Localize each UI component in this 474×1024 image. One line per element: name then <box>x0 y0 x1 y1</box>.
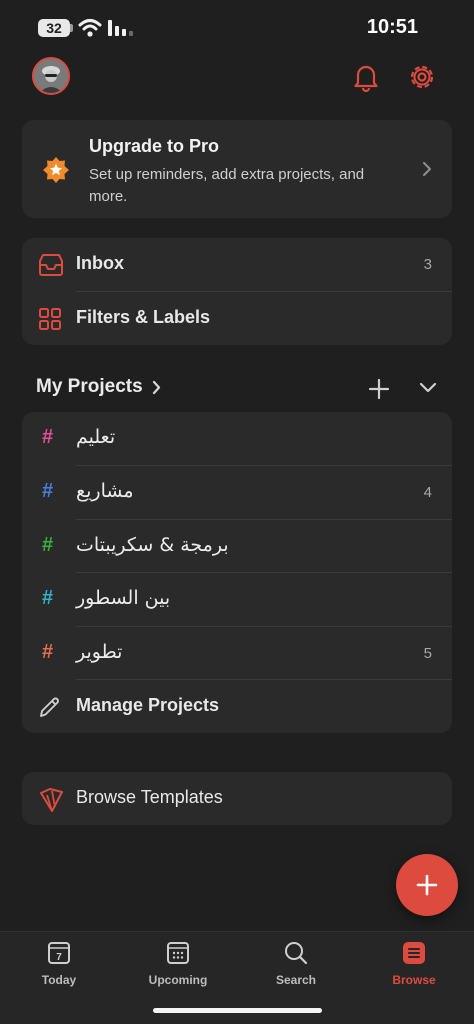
avatar[interactable] <box>32 57 70 95</box>
filters-labels-label: Filters & Labels <box>76 307 211 327</box>
battery-tip <box>70 24 73 32</box>
project-item[interactable]: # تعليم <box>22 412 452 465</box>
templates-icon <box>40 788 63 812</box>
upgrade-card[interactable]: Upgrade to Pro Set up reminders, add ext… <box>22 120 452 218</box>
tab-label: Search <box>275 973 317 987</box>
search-icon <box>285 942 308 965</box>
project-hash-icon: # <box>42 641 54 663</box>
upgrade-title: Upgrade to Pro <box>89 136 220 156</box>
project-item[interactable]: # مشاريع 4 <box>22 466 452 519</box>
project-hash-icon: # <box>42 426 54 448</box>
project-hash-icon: # <box>42 534 54 556</box>
filters-labels-item[interactable]: Filters & Labels <box>22 292 452 345</box>
pencil-icon <box>40 697 59 717</box>
manage-projects-label: Manage Projects <box>76 695 220 715</box>
chevron-right-icon[interactable] <box>152 380 161 395</box>
status-bar: 32 10:51 <box>0 0 474 56</box>
project-hash-icon: # <box>42 587 54 609</box>
bell-icon[interactable] <box>352 62 380 92</box>
project-item[interactable]: # بين السطور <box>22 573 452 626</box>
project-hash-icon: # <box>42 480 54 502</box>
browse-templates-item[interactable]: Browse Templates <box>22 772 452 825</box>
project-name: بين السطور <box>76 587 171 609</box>
project-count: 4 <box>423 484 432 501</box>
project-name: تعليم <box>76 426 116 448</box>
tab-search[interactable]: Search <box>251 940 341 1000</box>
tab-label: Today <box>41 973 77 987</box>
browse-icon <box>403 942 425 964</box>
avatar-image <box>34 59 68 93</box>
project-name: برمجة & سكريبتات <box>76 534 229 556</box>
add-project-icon[interactable] <box>368 378 390 400</box>
wifi-icon <box>78 19 102 37</box>
signal-icon <box>108 20 133 36</box>
tab-label: Browse <box>392 973 436 987</box>
upgrade-description: Set up reminders, add extra projects, an… <box>89 166 365 205</box>
clock: 10:51 <box>366 16 418 38</box>
inbox-icon <box>39 254 63 276</box>
calendar-day-icon: 7 <box>48 942 70 964</box>
pro-badge-icon <box>43 157 69 183</box>
chevron-right-icon <box>422 161 432 177</box>
calendar-day-number: 7 <box>56 952 62 963</box>
nav-card: Inbox 3 Filters & Labels <box>22 238 452 345</box>
project-item[interactable]: # برمجة & سكريبتات <box>22 520 452 573</box>
calendar-icon <box>167 942 189 964</box>
plus-icon <box>416 874 438 896</box>
inbox-count: 3 <box>423 256 432 273</box>
grid-icon <box>39 308 61 330</box>
tab-label: Upcoming <box>148 973 208 987</box>
gear-icon[interactable] <box>407 62 437 92</box>
chevron-down-icon[interactable] <box>419 382 437 394</box>
battery-indicator: 32 <box>38 19 70 37</box>
home-indicator <box>153 1008 322 1013</box>
project-item[interactable]: # تطوير 5 <box>22 627 452 680</box>
tab-upcoming[interactable]: Upcoming <box>133 940 223 1000</box>
inbox-label: Inbox <box>76 253 124 273</box>
tab-browse[interactable]: Browse <box>369 940 459 1000</box>
add-task-button[interactable] <box>396 854 458 916</box>
project-name: مشاريع <box>76 480 134 502</box>
project-name: تطوير <box>76 641 123 663</box>
browse-templates-row: Browse Templates <box>22 772 452 825</box>
projects-section-header: My Projects <box>36 376 446 402</box>
browse-templates-label: Browse Templates <box>76 787 223 807</box>
projects-card: # تعليم # مشاريع 4 # برمجة & سكريبتات # … <box>22 412 452 733</box>
tab-today[interactable]: 7 Today <box>14 940 104 1000</box>
inbox-item[interactable]: Inbox 3 <box>22 238 452 291</box>
manage-projects-item[interactable]: Manage Projects <box>22 680 452 733</box>
project-count: 5 <box>423 645 432 662</box>
my-projects-title[interactable]: My Projects <box>36 376 143 398</box>
